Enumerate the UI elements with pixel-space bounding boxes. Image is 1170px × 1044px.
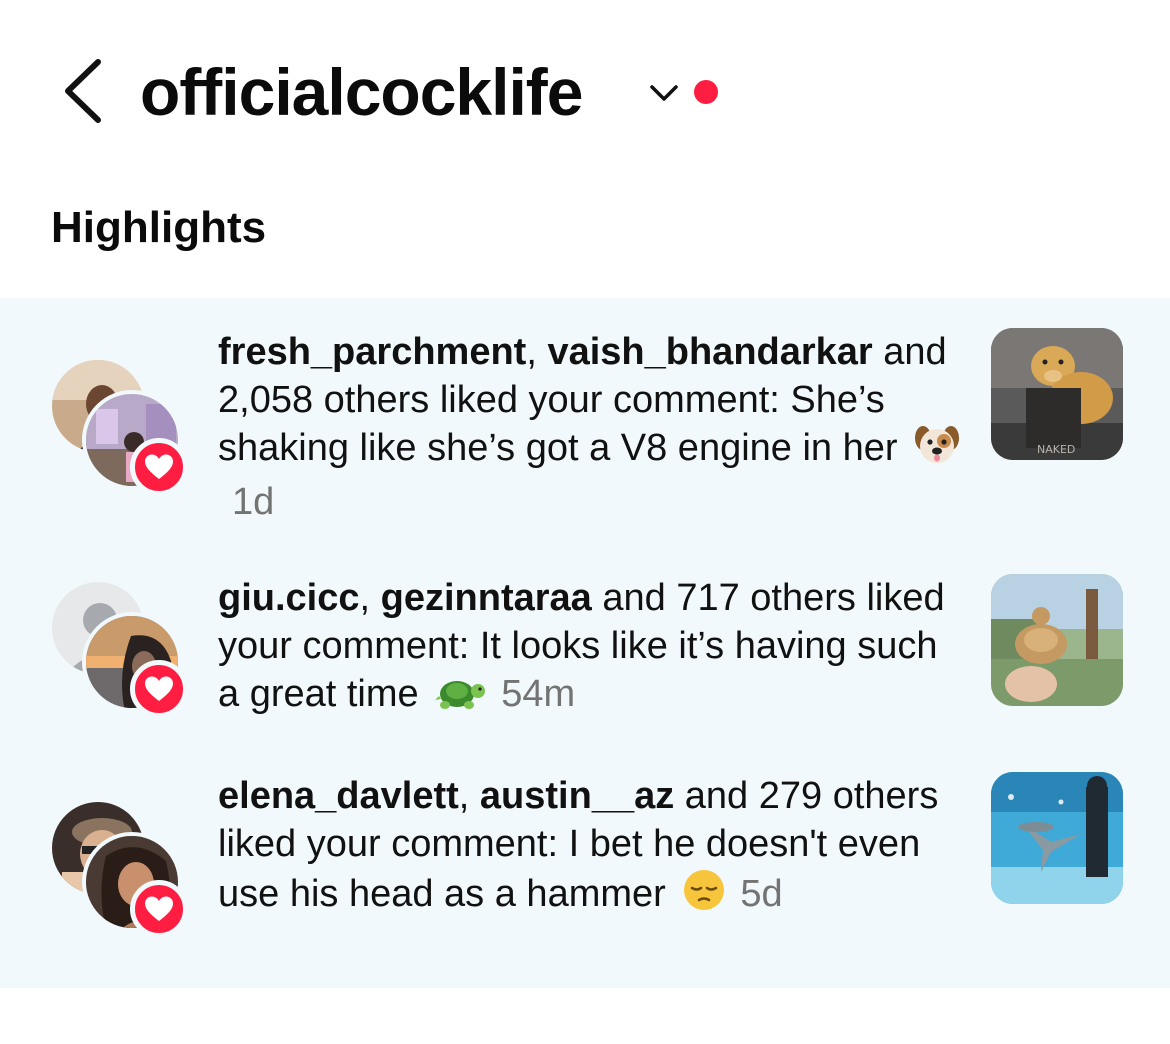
svg-text:NAKED: NAKED (1037, 443, 1075, 456)
notification-text: fresh_parchment, vaish_bhandarkar and 2,… (218, 328, 968, 526)
username-link[interactable]: austin__az (480, 775, 674, 817)
post-thumbnail[interactable]: NAKED (991, 328, 1123, 460)
chevron-left-icon (65, 59, 101, 123)
section-title-highlights: Highlights (51, 203, 267, 252)
notification-row[interactable]: giu.cicc, gezinntaraa and 717 others lik… (0, 574, 1170, 724)
heart-badge (130, 438, 188, 496)
username-link[interactable]: giu.cicc (218, 577, 360, 619)
highlights-panel: fresh_parchment, vaish_bhandarkar and 2,… (0, 298, 1170, 988)
username-link[interactable]: vaish_bhandarkar (547, 331, 872, 373)
back-button[interactable] (58, 56, 108, 126)
heart-icon (145, 676, 173, 701)
heart-badge (130, 660, 188, 718)
post-thumbnail[interactable] (991, 574, 1123, 706)
notification-row[interactable]: elena_davlett, austin__az and 279 others… (0, 772, 1170, 982)
post-thumbnail[interactable] (991, 772, 1123, 904)
account-username[interactable]: officialcocklife (140, 52, 583, 132)
heart-icon (145, 454, 173, 479)
heart-badge (130, 880, 188, 938)
timestamp: 54m (501, 673, 576, 715)
account-switcher-button[interactable] (646, 78, 682, 108)
avatar-stack[interactable] (48, 356, 188, 496)
chevron-down-icon (650, 85, 678, 101)
notification-dot (694, 80, 718, 104)
username-link[interactable]: elena_davlett (218, 775, 459, 817)
notification-text: elena_davlett, austin__az and 279 others… (218, 772, 968, 924)
heart-icon (145, 896, 173, 921)
pensive-face-icon (682, 868, 726, 924)
turtle-icon (435, 672, 487, 724)
next-section-heading-cutoff (51, 1030, 171, 1044)
dog-face-icon (914, 424, 960, 478)
avatar-stack[interactable] (48, 578, 188, 718)
username-link[interactable]: fresh_parchment (218, 331, 526, 373)
username-link[interactable]: gezinntaraa (381, 577, 592, 619)
timestamp: 1d (232, 481, 275, 523)
notification-row[interactable]: fresh_parchment, vaish_bhandarkar and 2,… (0, 328, 1170, 528)
avatar-stack[interactable] (48, 798, 188, 938)
header: officialcocklife (0, 0, 1170, 180)
notification-text: giu.cicc, gezinntaraa and 717 others lik… (218, 574, 968, 724)
timestamp: 5d (740, 873, 783, 915)
